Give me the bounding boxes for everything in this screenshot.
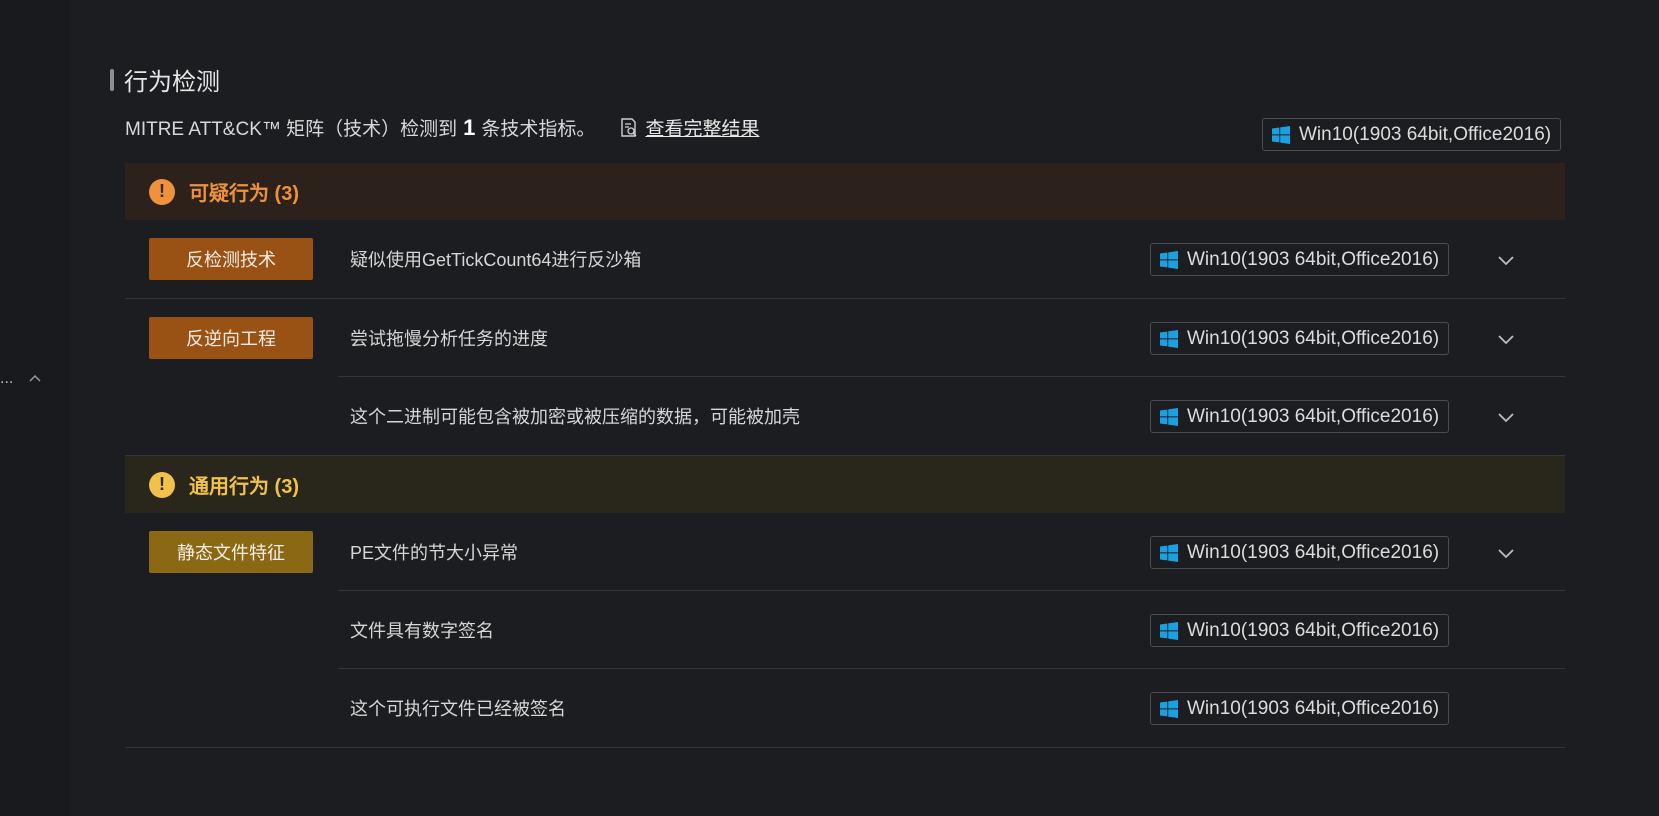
behavior-description: PE文件的节大小异常 bbox=[350, 543, 519, 563]
behavior-row: 静态文件特征 PE文件的节大小异常 Win10(1903 64bit,Offic… bbox=[125, 513, 1565, 591]
chevron-down-icon[interactable] bbox=[1495, 328, 1517, 350]
technique-tag[interactable]: 静态文件特征 bbox=[149, 531, 313, 573]
behavior-row: 反逆向工程 尝试拖慢分析任务的进度 Win10(1903 64bit,Offic… bbox=[125, 299, 1565, 377]
environment-chip: Win10(1903 64bit,Office2016) bbox=[1150, 614, 1450, 647]
exclamation-icon: ! bbox=[149, 471, 175, 498]
behavior-table: ! 可疑行为 (3) 反检测技术 疑似使用GetTickCount64进行反沙箱… bbox=[125, 163, 1565, 748]
windows-icon bbox=[1160, 543, 1178, 562]
technique-tag[interactable]: 反检测技术 bbox=[149, 238, 313, 280]
group-header-general: ! 通用行为 (3) bbox=[125, 456, 1565, 513]
section-title: 行为检测 bbox=[124, 69, 220, 96]
windows-icon bbox=[1160, 621, 1178, 640]
behavior-row: 文件具有数字签名 Win10(1903 64bit,Office2016) bbox=[125, 591, 1565, 669]
document-search-icon bbox=[621, 117, 637, 137]
windows-icon bbox=[1272, 125, 1290, 144]
exclamation-icon: ! bbox=[149, 178, 175, 205]
behavior-row: 这个二进制可能包含被加密或被压缩的数据，可能被加壳 Win10(1903 64b… bbox=[125, 377, 1565, 456]
windows-icon bbox=[1160, 407, 1178, 426]
environment-label: Win10(1903 64bit,Office2016) bbox=[1187, 541, 1440, 563]
group-title: 可疑行为 (3) bbox=[189, 183, 299, 205]
windows-icon bbox=[1160, 329, 1178, 348]
behavior-description: 尝试拖慢分析任务的进度 bbox=[350, 329, 548, 349]
summary-suffix: 条技术指标。 bbox=[481, 119, 596, 140]
windows-icon bbox=[1160, 699, 1178, 718]
environment-filter-chip[interactable]: Win10(1903 64bit,Office2016) bbox=[1262, 118, 1562, 151]
group-title: 通用行为 (3) bbox=[189, 476, 299, 498]
behavior-description: 这个二进制可能包含被加密或被压缩的数据，可能被加壳 bbox=[350, 407, 800, 427]
behavior-row: 这个可执行文件已经被签名 Win10(1903 64bit,Office2016… bbox=[125, 669, 1565, 748]
section-header: 行为检测 bbox=[110, 62, 220, 97]
technique-count: 1 bbox=[463, 114, 476, 140]
chevron-down-icon[interactable] bbox=[1495, 542, 1517, 564]
environment-chip: Win10(1903 64bit,Office2016) bbox=[1150, 322, 1450, 355]
truncated-text: ... bbox=[0, 370, 14, 387]
environment-label: Win10(1903 64bit,Office2016) bbox=[1187, 248, 1440, 270]
environment-chip: Win10(1903 64bit,Office2016) bbox=[1150, 400, 1450, 433]
environment-label: Win10(1903 64bit,Office2016) bbox=[1187, 405, 1440, 427]
windows-icon bbox=[1160, 250, 1178, 269]
behavior-row: 反检测技术 疑似使用GetTickCount64进行反沙箱 Win10(1903… bbox=[125, 220, 1565, 299]
environment-label: Win10(1903 64bit,Office2016) bbox=[1187, 697, 1440, 719]
chevron-down-icon[interactable] bbox=[1495, 406, 1517, 428]
view-full-results-label: 查看完整结果 bbox=[645, 119, 760, 140]
technique-tag[interactable]: 反逆向工程 bbox=[149, 317, 313, 359]
behavior-description: 疑似使用GetTickCount64进行反沙箱 bbox=[350, 250, 642, 270]
environment-chip: Win10(1903 64bit,Office2016) bbox=[1150, 243, 1450, 276]
left-panel: ... bbox=[0, 0, 70, 816]
environment-chip: Win10(1903 64bit,Office2016) bbox=[1150, 692, 1450, 725]
environment-label: Win10(1903 64bit,Office2016) bbox=[1187, 619, 1440, 641]
summary-prefix: MITRE ATT&CK™ 矩阵（技术）检测到 bbox=[125, 119, 458, 140]
behavior-description: 这个可执行文件已经被签名 bbox=[350, 699, 566, 719]
mitre-summary: MITRE ATT&CK™ 矩阵（技术）检测到 1 条技术指标。 查看完整结果 bbox=[125, 114, 759, 141]
environment-label: Win10(1903 64bit,Office2016) bbox=[1187, 327, 1440, 349]
section-accent-bar bbox=[110, 68, 114, 91]
behavior-description: 文件具有数字签名 bbox=[350, 621, 494, 641]
chevron-up-icon[interactable] bbox=[28, 372, 42, 386]
view-full-results-link[interactable]: 查看完整结果 bbox=[619, 114, 759, 141]
environment-label: Win10(1903 64bit,Office2016) bbox=[1299, 123, 1552, 145]
chevron-down-icon[interactable] bbox=[1495, 249, 1517, 271]
group-header-suspicious: ! 可疑行为 (3) bbox=[125, 163, 1565, 220]
environment-chip: Win10(1903 64bit,Office2016) bbox=[1150, 536, 1450, 569]
